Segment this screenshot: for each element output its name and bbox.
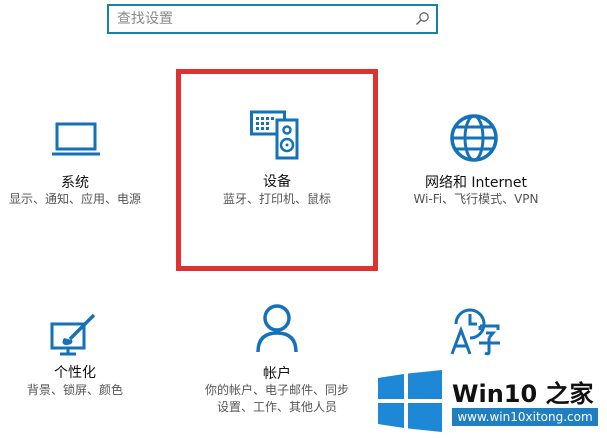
tile-accounts[interactable]: 帐户 你的帐户、电子邮件、同步 设置、工作、其他人员	[190, 300, 364, 420]
watermark: Win10 之家 www.win10xitong.com	[372, 364, 607, 441]
watermark-brand: Win10 之家	[452, 380, 594, 408]
tile-title: 设备	[263, 174, 291, 190]
tile-description-line: 设置、工作、其他人员	[216, 400, 337, 414]
tile-description: 显示、通知、应用、电源	[8, 192, 141, 206]
tile-title: 帐户	[263, 366, 291, 382]
devices-icon	[250, 110, 299, 160]
tile-description: 你的帐户、电子邮件、同步 设置、工作、其他人员	[190, 382, 364, 416]
globe-icon	[450, 114, 498, 162]
tile-network[interactable]: 网络和 Internet Wi-Fi、飞行模式、VPN	[396, 110, 556, 220]
tile-title: 系统	[61, 175, 89, 191]
paint-brush-icon	[50, 313, 96, 356]
windows-logo-icon	[378, 370, 442, 432]
tile-system[interactable]: 系统 显示、通知、应用、电源	[0, 110, 150, 220]
tile-description: Wi-Fi、飞行模式、VPN	[413, 192, 539, 206]
search-input[interactable]	[117, 8, 397, 30]
tile-description: 蓝牙、打印机、鼠标	[222, 192, 331, 206]
laptop-icon	[52, 122, 100, 156]
tile-devices[interactable]: 设备 蓝牙、打印机、鼠标	[180, 75, 374, 265]
tile-title: 个性化	[54, 365, 96, 381]
tile-time-language[interactable]	[420, 300, 530, 360]
time-language-icon	[450, 308, 500, 356]
watermark-url: www.win10xitong.com	[452, 408, 598, 426]
tile-personalization[interactable]: 个性化 背景、锁屏、颜色	[0, 300, 150, 410]
person-icon	[256, 304, 298, 353]
search-box[interactable]	[107, 4, 438, 34]
tile-title: 网络和 Internet	[424, 175, 528, 191]
tile-description: 背景、锁屏、颜色	[26, 383, 123, 397]
search-icon[interactable]	[414, 11, 430, 27]
tile-description-line: 你的帐户、电子邮件、同步	[204, 383, 349, 397]
